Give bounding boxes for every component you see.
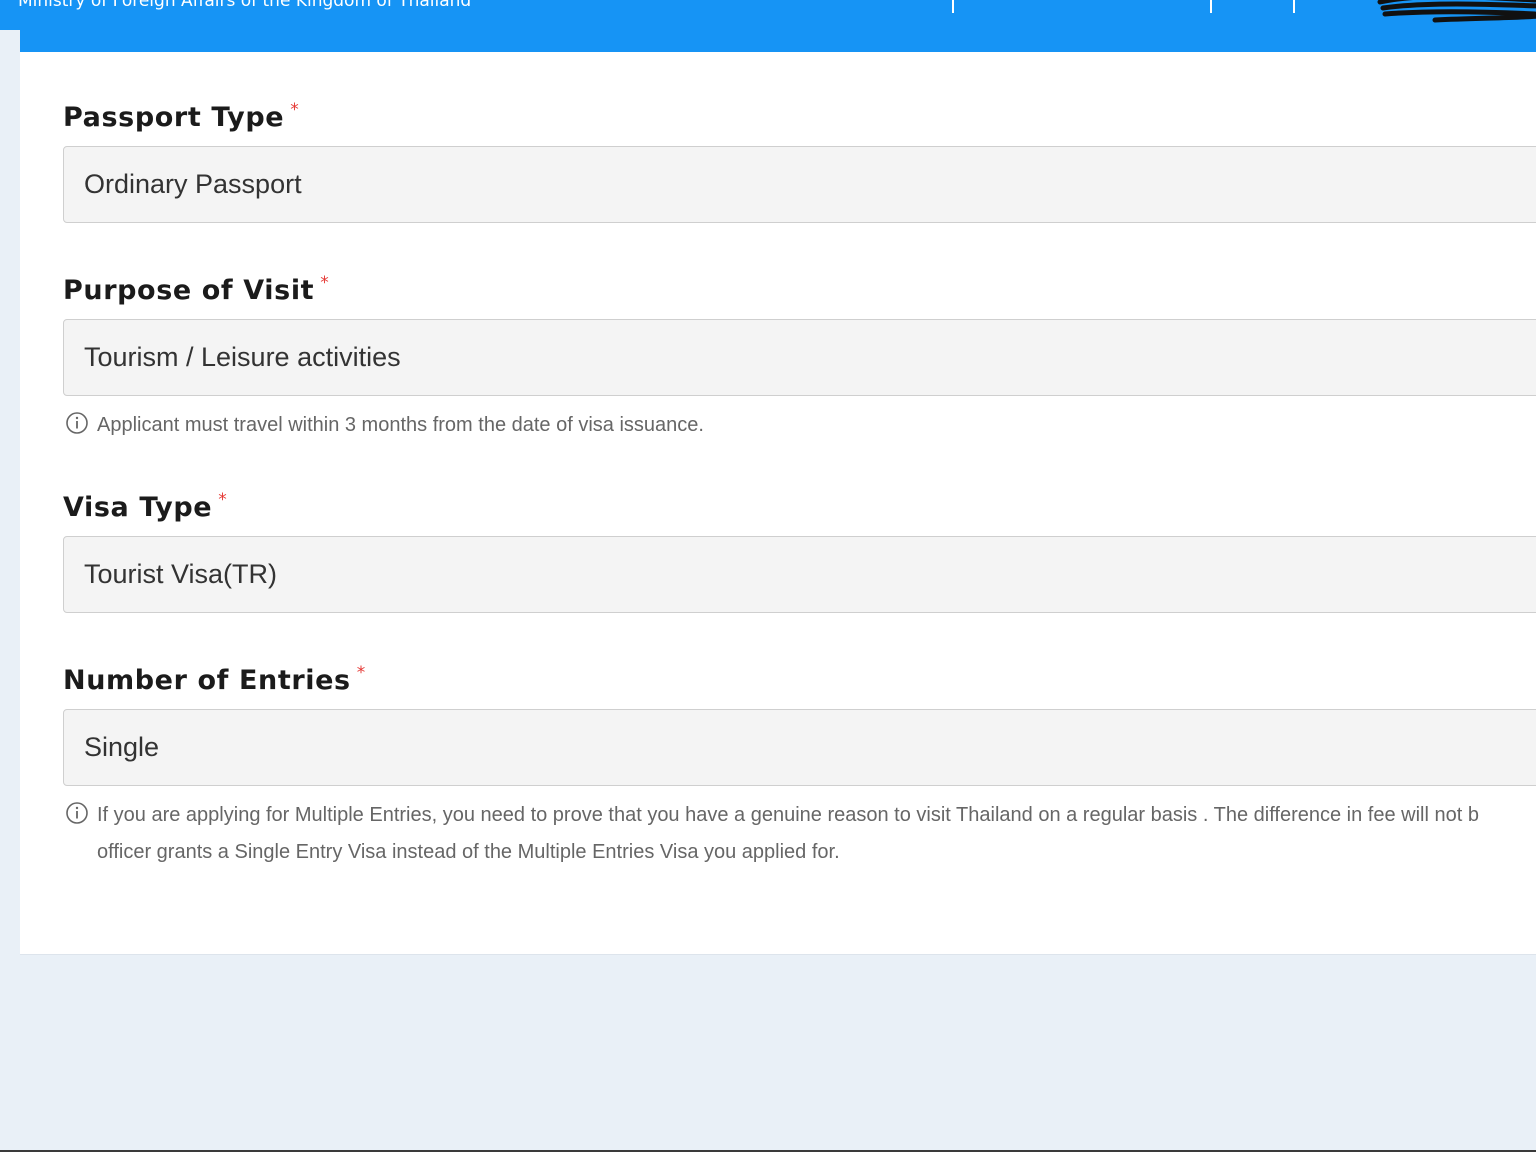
header-bar: Ministry of Foreign Affairs of the Kingd… <box>0 0 1536 52</box>
number-of-entries-hint-line2: officer grants a Single Entry Visa inste… <box>97 841 840 863</box>
passport-type-label: Passport Type * <box>63 100 300 133</box>
purpose-of-visit-select[interactable]: Tourism / Leisure activities <box>63 319 1536 396</box>
number-of-entries-hint: If you are applying for Multiple Entries… <box>65 797 1536 871</box>
purpose-of-visit-hint: Applicant must travel within 3 months fr… <box>65 407 1536 444</box>
ministry-title: Ministry of Foreign Affairs of the Kingd… <box>18 0 472 11</box>
passport-type-value: Ordinary Passport <box>84 169 302 199</box>
info-circle-icon <box>66 802 88 824</box>
header-divider <box>1210 0 1212 13</box>
number-of-entries-label: Number of Entries * <box>63 663 366 696</box>
required-asterisk: * <box>356 663 366 683</box>
purpose-of-visit-value: Tourism / Leisure activities <box>84 342 401 372</box>
number-of-entries-value: Single <box>84 732 160 762</box>
required-asterisk: * <box>320 273 330 293</box>
header-divider <box>1293 0 1295 13</box>
purpose-of-visit-label-text: Purpose of Visit <box>63 275 315 306</box>
left-page-margin <box>0 30 20 1152</box>
visa-type-select[interactable]: Tourist Visa(TR) <box>63 536 1536 613</box>
visa-type-value: Tourist Visa(TR) <box>84 559 278 589</box>
number-of-entries-label-text: Number of Entries <box>63 665 351 696</box>
info-circle-icon <box>66 412 88 434</box>
redacted-user-scribble <box>1377 0 1536 23</box>
number-of-entries-hint-line1: If you are applying for Multiple Entries… <box>97 804 1479 826</box>
number-of-entries-select[interactable]: Single <box>63 709 1536 786</box>
visa-type-label-text: Visa Type <box>63 492 213 523</box>
required-asterisk: * <box>290 100 300 120</box>
purpose-of-visit-hint-text: Applicant must travel within 3 months fr… <box>97 414 704 436</box>
visa-type-label: Visa Type * <box>63 490 228 523</box>
header-divider <box>952 0 954 13</box>
passport-type-select[interactable]: Ordinary Passport <box>63 146 1536 223</box>
passport-type-label-text: Passport Type <box>63 102 285 133</box>
required-asterisk: * <box>218 490 228 510</box>
purpose-of-visit-label: Purpose of Visit * <box>63 273 330 306</box>
